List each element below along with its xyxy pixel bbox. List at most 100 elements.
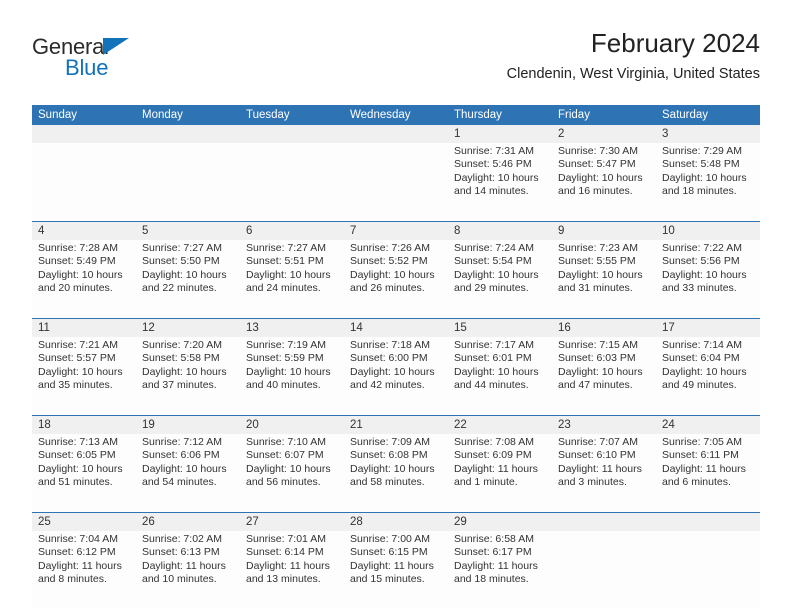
sunset-text: Sunset: 6:11 PM bbox=[662, 449, 739, 462]
day-cell[interactable]: Sunrise: 7:28 AM Sunset: 5:49 PM Daylight:… bbox=[32, 240, 136, 319]
day-cell[interactable]: Sunrise: 7:18 AM Sunset: 6:00 PM Daylight:… bbox=[344, 337, 448, 416]
day-cell[interactable]: Sunrise: 7:09 AM Sunset: 6:08 PM Daylight:… bbox=[344, 434, 448, 513]
day-cell[interactable]: Sunrise: 7:00 AM Sunset: 6:15 PM Daylight:… bbox=[344, 531, 448, 609]
empty-day-number bbox=[240, 125, 344, 143]
calendar-header-row: Sunday Monday Tuesday Wednesday Thursday Frid… bbox=[32, 105, 760, 125]
day-number[interactable]: 12 bbox=[136, 318, 240, 337]
weekday-header-friday: Friday bbox=[552, 105, 656, 125]
day-cell[interactable]: Sunrise: 7:21 AM Sunset: 5:57 PM Daylight:… bbox=[32, 337, 136, 416]
day-number[interactable]: 8 bbox=[448, 221, 552, 240]
day-cell[interactable]: Sunrise: 7:20 AM Sunset: 5:58 PM Daylight:… bbox=[136, 337, 240, 416]
day-cell[interactable]: Sunrise: 7:22 AM Sunset: 5:56 PM Daylight:… bbox=[656, 240, 760, 319]
day-cell[interactable]: Sunrise: 7:30 AM Sunset: 5:47 PM Daylight:… bbox=[552, 143, 656, 222]
day-cell[interactable]: Sunrise: 7:02 AM Sunset: 6:13 PM Daylight:… bbox=[136, 531, 240, 609]
week-daynumber-row: 4 5 6 7 8 9 10 bbox=[32, 221, 760, 240]
daylight-text: Daylight: 10 hours bbox=[662, 365, 747, 378]
day-number[interactable]: 4 bbox=[32, 221, 136, 240]
sunset-text: Sunset: 6:05 PM bbox=[38, 449, 116, 462]
sunrise-text: Sunrise: 7:27 AM bbox=[142, 242, 222, 254]
day-cell[interactable]: Sunrise: 7:04 AM Sunset: 6:12 PM Daylight:… bbox=[32, 531, 136, 609]
daylight-text: Daylight: 10 hours bbox=[246, 365, 331, 378]
day-number[interactable]: 9 bbox=[552, 221, 656, 240]
day-cell[interactable]: Sunrise: 7:13 AM Sunset: 6:05 PM Daylight:… bbox=[32, 434, 136, 513]
page-header: General Blue February 2024 Clendenin, We… bbox=[32, 28, 760, 96]
day-number[interactable]: 15 bbox=[448, 318, 552, 337]
day-number[interactable]: 2 bbox=[552, 125, 656, 143]
day-cell[interactable]: Sunrise: 7:01 AM Sunset: 6:14 PM Daylight:… bbox=[240, 531, 344, 609]
day-cell[interactable]: Sunrise: 7:05 AM Sunset: 6:11 PM Daylight:… bbox=[656, 434, 760, 513]
daylight-text-cont: and 10 minutes. bbox=[142, 573, 217, 586]
sunrise-text: Sunrise: 7:27 AM bbox=[246, 242, 326, 254]
sunset-text: Sunset: 5:55 PM bbox=[558, 255, 636, 268]
day-cell[interactable]: Sunrise: 7:19 AM Sunset: 5:59 PM Daylight:… bbox=[240, 337, 344, 416]
page-subtitle: Clendenin, West Virginia, United States bbox=[506, 66, 760, 82]
week-detail-row: Sunrise: 7:13 AM Sunset: 6:05 PM Daylight:… bbox=[32, 434, 760, 513]
daylight-text: Daylight: 10 hours bbox=[38, 462, 123, 475]
sunset-text: Sunset: 5:54 PM bbox=[454, 255, 532, 268]
week-daynumber-row: 11 12 13 14 15 16 17 bbox=[32, 318, 760, 337]
day-cell[interactable]: Sunrise: 7:31 AM Sunset: 5:46 PM Daylight:… bbox=[448, 143, 552, 222]
day-number[interactable]: 16 bbox=[552, 318, 656, 337]
sunset-text: Sunset: 6:03 PM bbox=[558, 352, 636, 365]
day-cell[interactable]: Sunrise: 7:14 AM Sunset: 6:04 PM Daylight:… bbox=[656, 337, 760, 416]
day-number[interactable]: 3 bbox=[656, 125, 760, 143]
day-number[interactable]: 29 bbox=[448, 512, 552, 531]
week-detail-row: Sunrise: 7:31 AM Sunset: 5:46 PM Daylight:… bbox=[32, 143, 760, 222]
day-number[interactable]: 22 bbox=[448, 415, 552, 434]
day-cell[interactable]: Sunrise: 7:24 AM Sunset: 5:54 PM Daylight:… bbox=[448, 240, 552, 319]
day-cell[interactable]: Sunrise: 7:27 AM Sunset: 5:51 PM Daylight:… bbox=[240, 240, 344, 319]
daylight-text: Daylight: 10 hours bbox=[454, 365, 539, 378]
day-number[interactable]: 28 bbox=[344, 512, 448, 531]
day-number[interactable]: 1 bbox=[448, 125, 552, 143]
day-number[interactable]: 5 bbox=[136, 221, 240, 240]
day-cell[interactable]: Sunrise: 7:29 AM Sunset: 5:48 PM Daylight:… bbox=[656, 143, 760, 222]
day-cell[interactable]: Sunrise: 7:08 AM Sunset: 6:09 PM Daylight:… bbox=[448, 434, 552, 513]
daylight-text-cont: and 16 minutes. bbox=[558, 185, 633, 198]
day-cell[interactable]: Sunrise: 7:23 AM Sunset: 5:55 PM Daylight:… bbox=[552, 240, 656, 319]
day-cell[interactable]: Sunrise: 7:27 AM Sunset: 5:50 PM Daylight:… bbox=[136, 240, 240, 319]
day-number[interactable]: 7 bbox=[344, 221, 448, 240]
daylight-text-cont: and 49 minutes. bbox=[662, 379, 737, 392]
day-cell[interactable]: Sunrise: 7:17 AM Sunset: 6:01 PM Daylight:… bbox=[448, 337, 552, 416]
day-number[interactable]: 27 bbox=[240, 512, 344, 531]
daylight-text-cont: and 13 minutes. bbox=[246, 573, 321, 586]
day-cell[interactable]: Sunrise: 7:12 AM Sunset: 6:06 PM Daylight:… bbox=[136, 434, 240, 513]
sunrise-text: Sunrise: 7:31 AM bbox=[454, 145, 534, 157]
daylight-text-cont: and 56 minutes. bbox=[246, 476, 321, 489]
day-number[interactable]: 6 bbox=[240, 221, 344, 240]
sunrise-text: Sunrise: 7:26 AM bbox=[350, 242, 430, 254]
daylight-text-cont: and 42 minutes. bbox=[350, 379, 425, 392]
sunrise-text: Sunrise: 7:17 AM bbox=[454, 339, 534, 351]
day-number[interactable]: 19 bbox=[136, 415, 240, 434]
day-cell[interactable]: Sunrise: 7:26 AM Sunset: 5:52 PM Daylight:… bbox=[344, 240, 448, 319]
day-number[interactable]: 18 bbox=[32, 415, 136, 434]
day-number[interactable]: 13 bbox=[240, 318, 344, 337]
day-number[interactable]: 21 bbox=[344, 415, 448, 434]
daylight-text: Daylight: 10 hours bbox=[246, 462, 331, 475]
daylight-text: Daylight: 10 hours bbox=[454, 171, 539, 184]
sunrise-text: Sunrise: 7:14 AM bbox=[662, 339, 742, 351]
day-number[interactable]: 20 bbox=[240, 415, 344, 434]
day-number[interactable]: 11 bbox=[32, 318, 136, 337]
sunrise-text: Sunrise: 7:00 AM bbox=[350, 533, 430, 545]
sunrise-text: Sunrise: 6:58 AM bbox=[454, 533, 534, 545]
sunset-text: Sunset: 5:59 PM bbox=[246, 352, 324, 365]
day-cell[interactable]: Sunrise: 7:07 AM Sunset: 6:10 PM Daylight:… bbox=[552, 434, 656, 513]
day-number[interactable]: 23 bbox=[552, 415, 656, 434]
day-number[interactable]: 10 bbox=[656, 221, 760, 240]
general-blue-logo[interactable]: General Blue bbox=[32, 34, 262, 90]
day-number[interactable]: 24 bbox=[656, 415, 760, 434]
day-number[interactable]: 25 bbox=[32, 512, 136, 531]
daylight-text-cont: and 33 minutes. bbox=[662, 282, 737, 295]
daylight-text-cont: and 18 minutes. bbox=[662, 185, 737, 198]
day-cell[interactable]: Sunrise: 7:10 AM Sunset: 6:07 PM Daylight:… bbox=[240, 434, 344, 513]
daylight-text: Daylight: 10 hours bbox=[662, 171, 747, 184]
day-number[interactable]: 14 bbox=[344, 318, 448, 337]
daylight-text: Daylight: 10 hours bbox=[350, 268, 435, 281]
day-cell[interactable]: Sunrise: 6:58 AM Sunset: 6:17 PM Daylight:… bbox=[448, 531, 552, 609]
sunrise-text: Sunrise: 7:04 AM bbox=[38, 533, 118, 545]
day-cell[interactable]: Sunrise: 7:15 AM Sunset: 6:03 PM Daylight:… bbox=[552, 337, 656, 416]
day-number[interactable]: 17 bbox=[656, 318, 760, 337]
day-number[interactable]: 26 bbox=[136, 512, 240, 531]
daylight-text: Daylight: 11 hours bbox=[350, 559, 434, 572]
